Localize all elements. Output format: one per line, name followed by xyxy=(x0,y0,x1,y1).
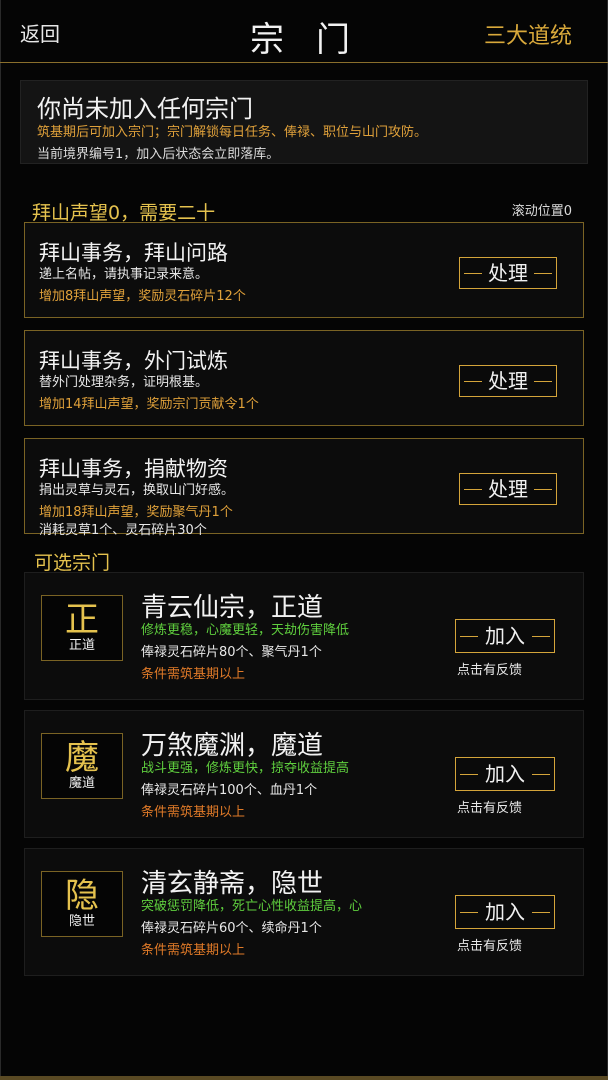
scroll-position: 滚动位置0 xyxy=(511,204,572,219)
header-bar: 返回 宗门 三大道统 xyxy=(0,0,608,63)
task-description: 替外门处理杂务，证明根基。 xyxy=(39,375,209,390)
sect-trait: 修炼更稳，心魔更轻，天劫伤害降低 xyxy=(141,623,350,638)
emblem-character: 隐 xyxy=(65,876,99,916)
join-sect-button[interactable]: 加入 xyxy=(455,895,555,929)
join-feedback-hint: 点击有反馈 xyxy=(457,663,523,678)
notice-subtext: 当前境界编号1，加入后状态会立即落库。 xyxy=(37,147,280,162)
emblem-label: 隐世 xyxy=(68,914,95,929)
handle-task-button[interactable]: 处理 xyxy=(459,257,557,289)
task-description: 捐出灵草与灵石，换取山门好感。 xyxy=(39,483,235,498)
join-sect-button[interactable]: 加入 xyxy=(455,619,555,653)
sect-emblem-icon: 正 正道 xyxy=(41,595,123,661)
emblem-label: 魔道 xyxy=(68,776,95,791)
task-card: 拜山事务，外门试炼 替外门处理杂务，证明根基。 增加14拜山声望，奖励宗门贡献令… xyxy=(24,330,584,426)
sect-status-notice: 你尚未加入任何宗门 筑基期后可加入宗门；宗门解锁每日任务、俸禄、职位与山门攻防。… xyxy=(20,80,588,164)
sect-requirement: 条件需筑基期以上 xyxy=(141,943,246,958)
task-reward: 增加8拜山声望，奖励灵石碎片12个 xyxy=(39,289,246,304)
sect-requirement: 条件需筑基期以上 xyxy=(141,667,246,682)
sect-salary: 俸禄灵石碎片60个、续命丹1个 xyxy=(141,921,322,936)
emblem-character: 魔 xyxy=(65,738,99,778)
sect-salary: 俸禄灵石碎片100个、血丹1个 xyxy=(141,783,318,798)
notice-title: 你尚未加入任何宗门 xyxy=(37,95,253,123)
emblem-label: 正道 xyxy=(68,638,95,653)
sect-emblem-icon: 隐 隐世 xyxy=(41,871,123,937)
notice-description: 筑基期后可加入宗门；宗门解锁每日任务、俸禄、职位与山门攻防。 xyxy=(37,125,428,140)
task-reward: 增加18拜山声望，奖励聚气丹1个 xyxy=(39,505,233,520)
task-description: 递上名帖，请执事记录来意。 xyxy=(39,267,209,282)
sect-requirement: 条件需筑基期以上 xyxy=(141,805,246,820)
reputation-status: 拜山声望0，需要二十 xyxy=(32,202,216,224)
sect-card: 隐 隐世 清玄静斋，隐世 突破惩罚降低，死亡心性收益提高，心 俸禄灵石碎片60个… xyxy=(24,848,584,976)
join-sect-button[interactable]: 加入 xyxy=(455,757,555,791)
sect-salary: 俸禄灵石碎片80个、聚气丹1个 xyxy=(141,645,322,660)
handle-task-button[interactable]: 处理 xyxy=(459,365,557,397)
emblem-character: 正 xyxy=(65,600,99,640)
sect-trait: 战斗更强，修炼更快，掠夺收益提高 xyxy=(141,761,350,776)
task-reward: 增加14拜山声望，奖励宗门贡献令1个 xyxy=(39,397,259,412)
sect-emblem-icon: 魔 魔道 xyxy=(41,733,123,799)
task-card: 拜山事务，拜山问路 递上名帖，请执事记录来意。 增加8拜山声望，奖励灵石碎片12… xyxy=(24,222,584,318)
available-sects-heading: 可选宗门 xyxy=(34,552,111,574)
sect-card: 魔 魔道 万煞魔渊，魔道 战斗更强，修炼更快，掠夺收益提高 俸禄灵石碎片100个… xyxy=(24,710,584,838)
sect-trait: 突破惩罚降低，死亡心性收益提高，心 xyxy=(141,899,363,914)
task-cost: 消耗灵草1个、灵石碎片30个 xyxy=(39,523,207,538)
bottom-divider xyxy=(0,1076,608,1080)
join-feedback-hint: 点击有反馈 xyxy=(457,801,523,816)
three-lineages-button[interactable]: 三大道统 xyxy=(484,18,572,50)
task-card: 拜山事务，捐献物资 捐出灵草与灵石，换取山门好感。 增加18拜山声望，奖励聚气丹… xyxy=(24,438,584,538)
handle-task-button[interactable]: 处理 xyxy=(459,473,557,505)
join-feedback-hint: 点击有反馈 xyxy=(457,939,523,954)
sect-card: 正 正道 青云仙宗，正道 修炼更稳，心魔更轻，天劫伤害降低 俸禄灵石碎片80个、… xyxy=(24,572,584,700)
